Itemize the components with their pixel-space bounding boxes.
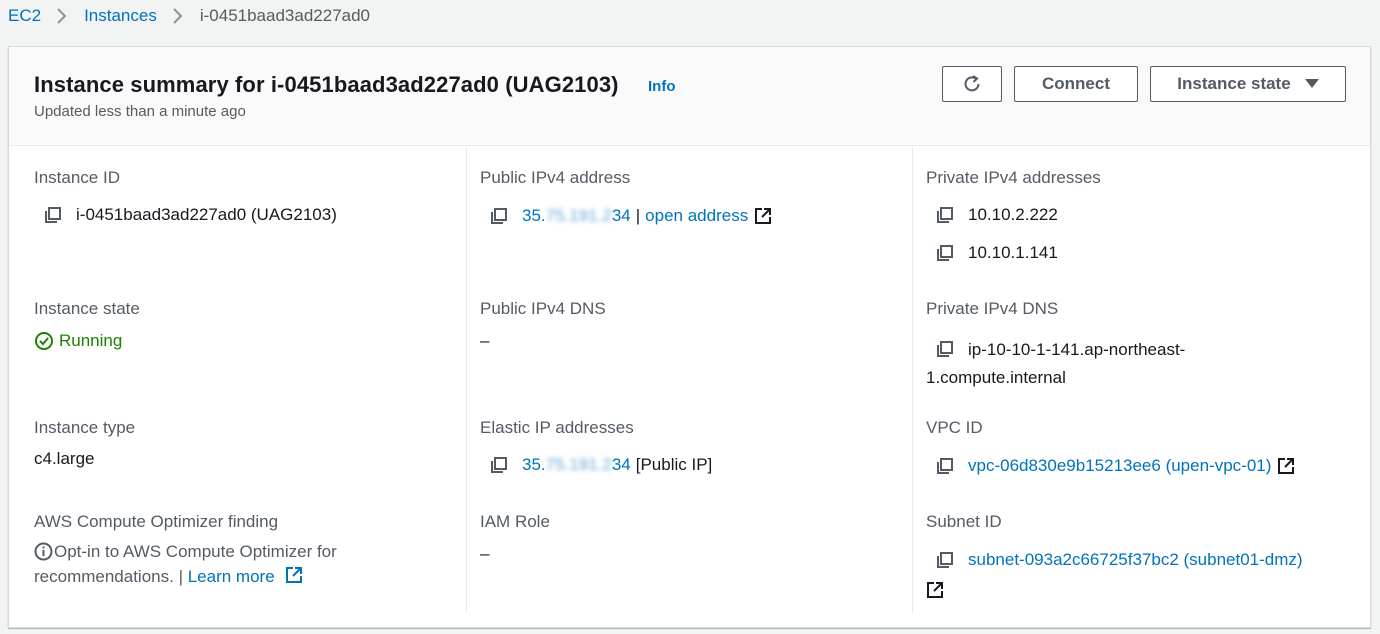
public-dns-label: Public IPv4 DNS (480, 299, 606, 318)
open-address-link[interactable]: open address (645, 205, 748, 227)
ip-prefix: 35. (522, 206, 546, 225)
ip-masked: 75.191.2 (545, 206, 612, 225)
instance-state-label: Instance state (1177, 74, 1291, 93)
copy-icon[interactable] (936, 206, 954, 224)
elastic-ip-field: Elastic IP addresses 35.75.191.234 [Publ… (480, 417, 712, 476)
refresh-icon (961, 73, 983, 95)
private-ipv4-row-1: 10.10.2.222 (936, 204, 1101, 226)
copy-icon[interactable] (936, 551, 954, 569)
page-title: Instance summary for i-0451baad3ad227ad0… (34, 72, 619, 97)
instance-id-label: Instance ID (34, 168, 120, 187)
instance-id-value: i-0451baad3ad227ad0 (UAG2103) (76, 205, 337, 224)
panel-header: Instance summary for i-0451baad3ad227ad0… (9, 47, 1370, 146)
status-text: Running (59, 331, 123, 350)
breadcrumb-current: i-0451baad3ad227ad0 (199, 6, 371, 25)
breadcrumb-instances[interactable]: Instances (84, 6, 157, 26)
instance-type-value: c4.large (34, 449, 95, 468)
ip-suffix: 34 (611, 455, 631, 474)
ip-prefix: 35. (522, 455, 546, 474)
instance-type-label: Instance type (34, 418, 136, 437)
info-link[interactable]: Info (648, 78, 676, 95)
copy-icon[interactable] (936, 244, 954, 262)
iam-role-value: – (480, 544, 490, 563)
chevron-right-icon (173, 8, 182, 24)
optimizer-field: AWS Compute Optimizer finding Opt-in to … (34, 511, 394, 589)
external-link-icon[interactable] (926, 581, 944, 599)
copy-icon[interactable] (490, 456, 508, 474)
ip-separator: | (635, 206, 641, 225)
public-ipv4-field: Public IPv4 address 35.75.191.234 | open… (480, 167, 772, 227)
ip-suffix: 34 (611, 206, 631, 225)
external-link-icon[interactable] (1277, 457, 1295, 475)
optimizer-text-line1: Opt-in to AWS Compute Optimizer for (54, 542, 337, 561)
copy-icon[interactable] (490, 207, 508, 225)
instance-type-field: Instance type c4.large (34, 417, 135, 470)
subnet-id-label: Subnet ID (926, 512, 1002, 531)
private-dns-label: Private IPv4 DNS (926, 299, 1059, 318)
optimizer-label: AWS Compute Optimizer finding (34, 512, 279, 531)
private-dns-value: ip-10-10-1-141.ap-northeast- 1.compute.i… (926, 336, 1185, 393)
connect-button[interactable]: Connect (1014, 66, 1138, 102)
details-column-2: Public IPv4 address 35.75.191.234 | open… (466, 147, 911, 613)
copy-icon[interactable] (936, 340, 954, 358)
external-link-icon[interactable] (754, 207, 772, 225)
optimizer-text-line2: recommendations. | (34, 567, 183, 586)
subnet-id-link[interactable]: subnet-093a2c66725f37bc2 (subnet01-dmz) (968, 549, 1303, 571)
external-link-icon[interactable] (285, 566, 303, 584)
copy-icon[interactable] (936, 457, 954, 475)
instance-id-row: i-0451baad3ad227ad0 (UAG2103) (44, 204, 337, 226)
private-dns-line-2: 1.compute.internal (926, 368, 1066, 387)
learn-more-link[interactable]: Learn more (188, 567, 275, 586)
instance-state-field: Instance state Running (34, 298, 140, 352)
copy-icon[interactable] (44, 206, 62, 224)
details-column-1: Instance ID i-0451baad3ad227ad0 (UAG2103… (34, 147, 464, 613)
elastic-ip-link[interactable]: 35.75.191.234 (522, 454, 631, 476)
subnet-id-row: subnet-093a2c66725f37bc2 (subnet01-dmz) (936, 549, 1303, 571)
breadcrumb: EC2 Instances i-0451baad3ad227ad0 (8, 4, 370, 28)
vpc-id-field: VPC ID vpc-06d830e9b15213ee6 (upen-vpc-0… (926, 417, 1295, 477)
updated-subtitle: Updated less than a minute ago (34, 103, 246, 120)
private-dns-line-1: ip-10-10-1-141.ap-northeast- (968, 339, 1186, 359)
status-badge: Running (34, 330, 140, 352)
caret-down-icon (1304, 79, 1319, 89)
instance-id-field: Instance ID i-0451baad3ad227ad0 (UAG2103… (34, 167, 337, 226)
ip-masked: 75.191.2 (545, 455, 612, 474)
instance-state-field-label: Instance state (34, 299, 140, 318)
details-column-3: Private IPv4 addresses 10.10.2.222 10.10… (912, 147, 1367, 613)
private-ipv4-label: Private IPv4 addresses (926, 168, 1101, 187)
chevron-right-icon (57, 8, 67, 24)
subnet-ext-row (926, 581, 1303, 601)
info-circle-icon (34, 542, 53, 561)
vpc-id-row: vpc-06d830e9b15213ee6 (upen-vpc-01) (936, 455, 1295, 477)
iam-role-field: IAM Role – (480, 511, 550, 565)
private-ipv4-row-2: 10.10.1.141 (936, 242, 1101, 264)
elastic-ip-tag: [Public IP] (635, 455, 713, 474)
subnet-id-field: Subnet ID subnet-093a2c66725f37bc2 (subn… (926, 511, 1303, 601)
elastic-ip-label: Elastic IP addresses (480, 418, 634, 437)
iam-role-label: IAM Role (480, 512, 550, 531)
refresh-button[interactable] (942, 66, 1002, 102)
public-dns-field: Public IPv4 DNS – (480, 298, 606, 352)
elastic-ip-row: 35.75.191.234 [Public IP] (490, 454, 712, 476)
optimizer-text: Opt-in to AWS Compute Optimizer for reco… (34, 539, 394, 589)
vpc-id-label: VPC ID (926, 418, 983, 437)
private-ipv4-field: Private IPv4 addresses 10.10.2.222 10.10… (926, 167, 1101, 264)
public-ipv4-label: Public IPv4 address (480, 168, 631, 187)
breadcrumb-ec2[interactable]: EC2 (8, 6, 41, 26)
vpc-id-link[interactable]: vpc-06d830e9b15213ee6 (upen-vpc-01) (968, 455, 1271, 477)
private-ipv4-value-1: 10.10.2.222 (968, 205, 1058, 224)
public-ipv4-row: 35.75.191.234 | open address (490, 205, 772, 227)
public-ipv4-link[interactable]: 35.75.191.234 (522, 205, 631, 227)
public-dns-value: – (480, 331, 490, 350)
check-circle-icon (35, 332, 53, 350)
instance-summary-panel: Instance summary for i-0451baad3ad227ad0… (8, 46, 1371, 628)
private-ipv4-value-2: 10.10.1.141 (968, 243, 1058, 262)
instance-state-dropdown[interactable]: Instance state (1150, 66, 1346, 102)
private-dns-field: Private IPv4 DNS ip-10-10-1-141.ap-north… (926, 298, 1185, 393)
